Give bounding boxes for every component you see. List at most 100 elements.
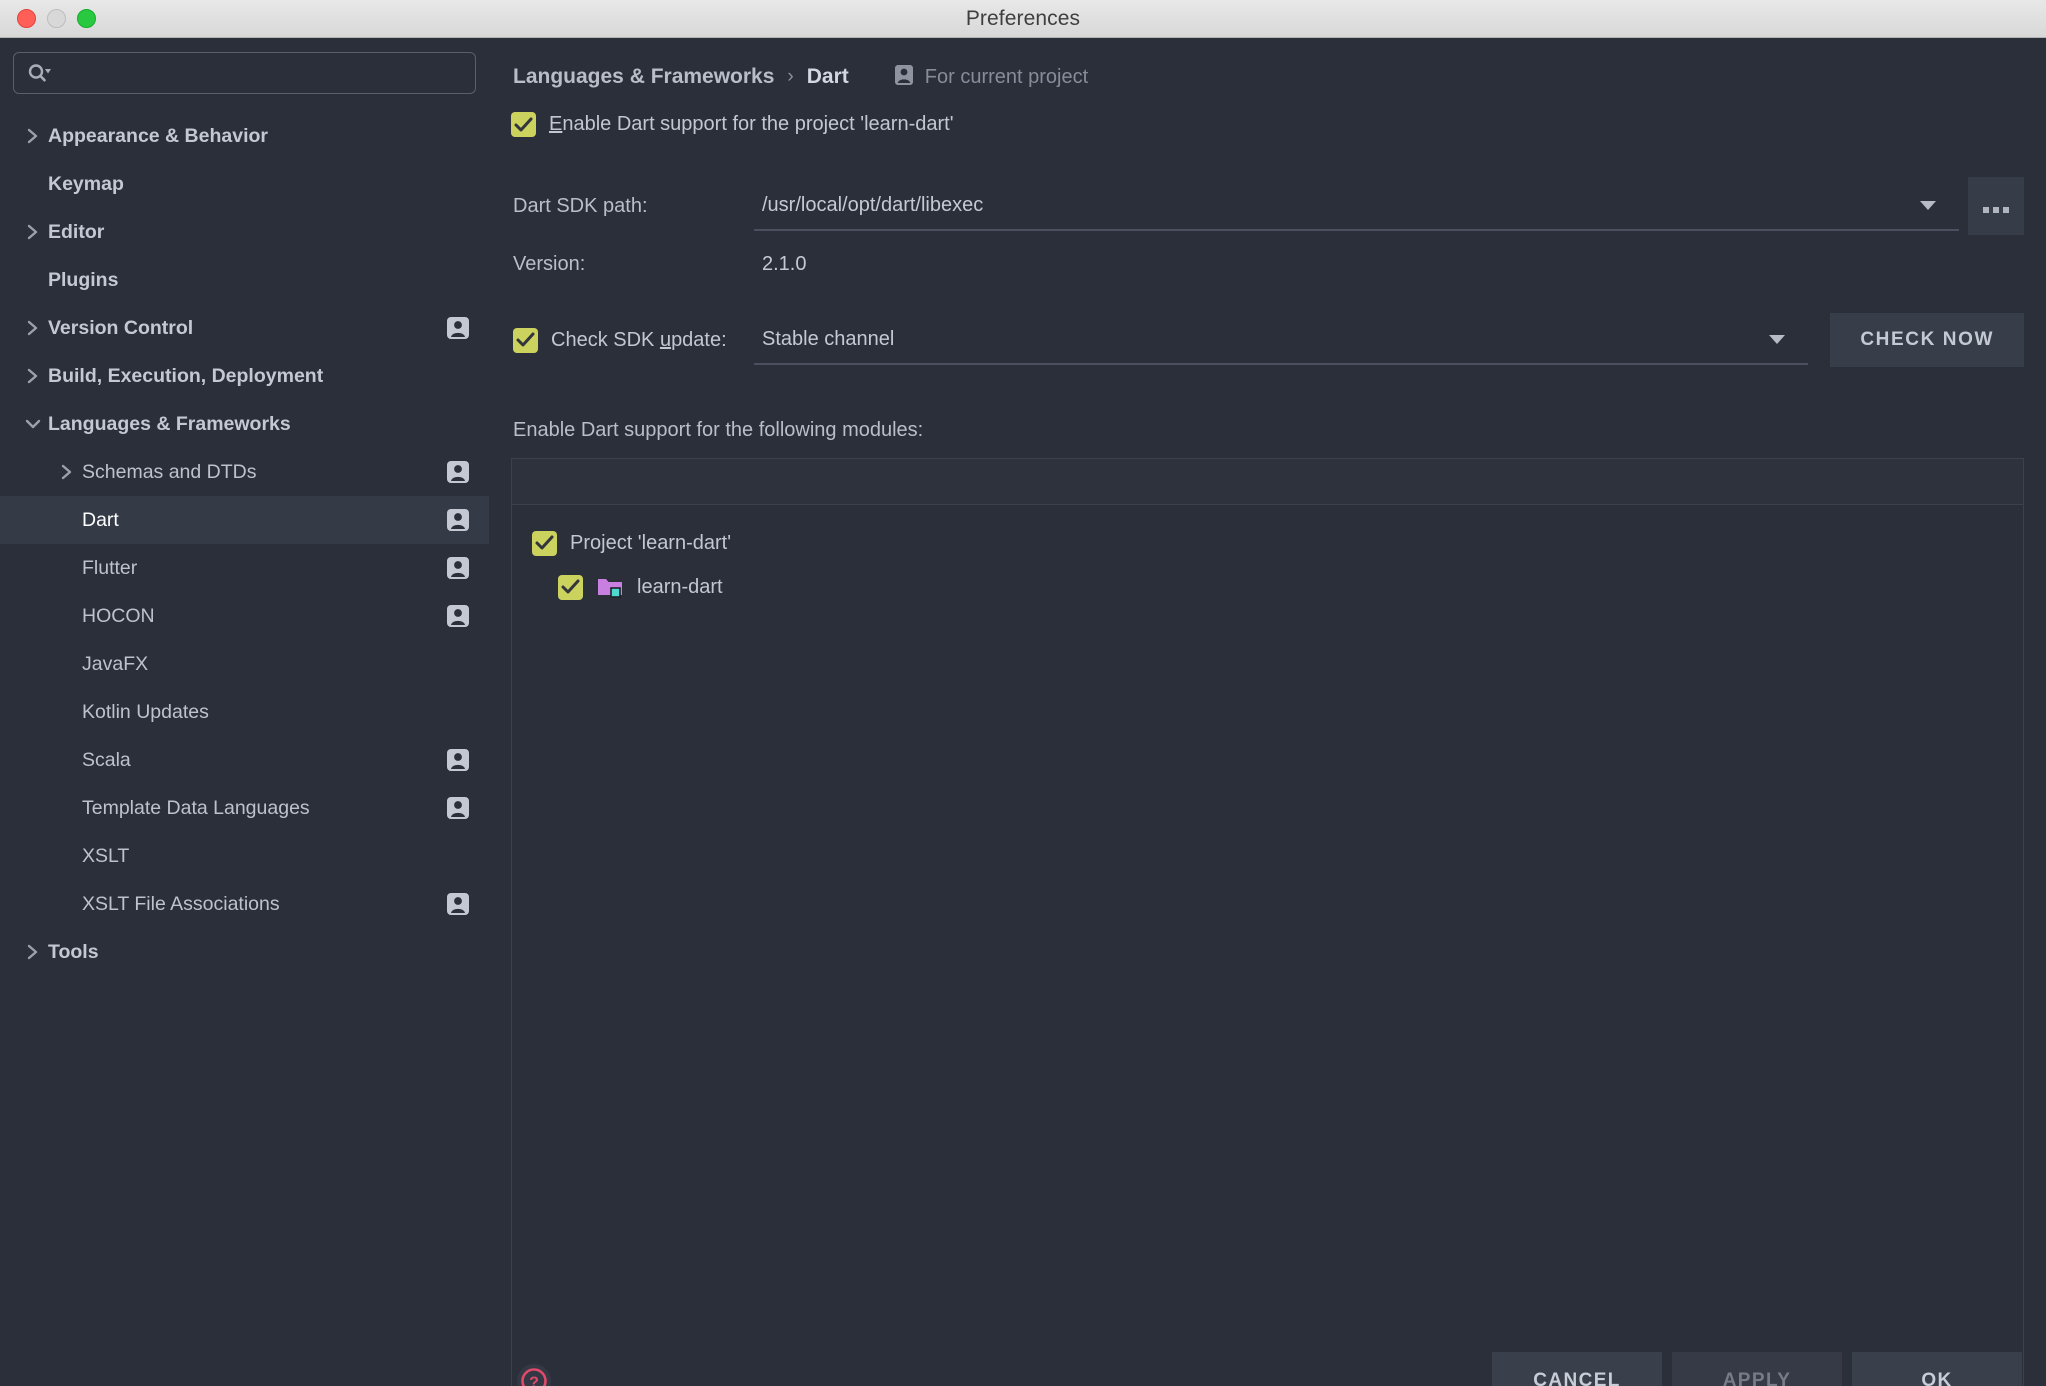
sidebar-item-label: HOCON [82, 604, 155, 627]
dialog-footer: ? CANCEL APPLY OK [489, 1338, 2046, 1386]
for-current-project: For current project [893, 64, 1088, 91]
chevron-right-icon[interactable] [18, 222, 48, 242]
sidebar-item-flutter[interactable]: Flutter [0, 544, 489, 592]
modules-panel: Project 'learn-dart' learn-dart [511, 458, 2024, 1386]
sidebar-item-label: XSLT [82, 844, 130, 867]
project-scope-icon [445, 555, 471, 581]
chevron-right-icon[interactable] [18, 318, 48, 338]
version-value: 2.1.0 [762, 252, 807, 275]
sdk-path-value: /usr/local/opt/dart/libexec [762, 193, 984, 216]
cancel-button[interactable]: CANCEL [1492, 1352, 1662, 1386]
sidebar-item-keymap[interactable]: Keymap [0, 160, 489, 208]
svg-text:?: ? [529, 1375, 539, 1386]
module-row[interactable]: Project 'learn-dart' [512, 521, 2023, 565]
sidebar-item-xslt-file-associations[interactable]: XSLT File Associations [0, 880, 489, 928]
project-scope-icon [445, 603, 471, 629]
sidebar-item-label: Scala [82, 748, 131, 771]
for-current-project-label: For current project [924, 65, 1089, 88]
sidebar-item-languages-frameworks[interactable]: Languages & Frameworks [0, 400, 489, 448]
sidebar-item-appearance-behavior[interactable]: Appearance & Behavior [0, 112, 489, 160]
breadcrumb-separator: › [787, 66, 794, 87]
chevron-right-icon[interactable] [18, 126, 48, 146]
sidebar-item-label: Version Control [48, 316, 194, 339]
footer-button-group: CANCEL APPLY OK [1492, 1352, 2022, 1386]
sidebar-item-xslt[interactable]: XSLT [0, 832, 489, 880]
sidebar-item-label: Build, Execution, Deployment [48, 364, 324, 387]
chevron-down-icon[interactable] [18, 416, 48, 432]
search-container [0, 52, 489, 94]
settings-main-panel: Languages & Frameworks › Dart For curren… [489, 38, 2046, 1386]
sdk-path-browse-button[interactable] [1968, 177, 2024, 235]
sidebar-item-scala[interactable]: Scala [0, 736, 489, 784]
ok-button[interactable]: OK [1852, 1352, 2022, 1386]
sdk-path-label: Dart SDK path: [513, 194, 648, 217]
project-scope-icon [445, 795, 471, 821]
module-checkbox[interactable] [558, 574, 583, 600]
check-sdk-update-row: Check SDK update: Stable channel CHECK N… [511, 313, 2024, 367]
module-checkbox[interactable] [532, 530, 557, 556]
project-scope-icon [445, 507, 471, 533]
modules-table-header [512, 459, 2023, 505]
sidebar-item-label: Keymap [48, 172, 124, 195]
modules-list: Project 'learn-dart' learn-dart [512, 505, 2023, 1386]
module-row[interactable]: learn-dart [512, 565, 2023, 609]
sidebar-item-label: Appearance & Behavior [48, 124, 268, 147]
sidebar-item-tools[interactable]: Tools [0, 928, 489, 976]
chevron-down-icon[interactable] [1917, 198, 1939, 212]
chevron-right-icon[interactable] [52, 462, 82, 482]
search-box[interactable] [13, 52, 476, 94]
sidebar-item-label: Languages & Frameworks [48, 412, 291, 435]
check-now-button[interactable]: CHECK NOW [1830, 313, 2024, 367]
sidebar-item-schemas-and-dtds[interactable]: Schemas and DTDs [0, 448, 489, 496]
sidebar-item-label: XSLT File Associations [82, 892, 280, 915]
help-button[interactable]: ? [513, 1360, 555, 1386]
sidebar-item-javafx[interactable]: JavaFX [0, 640, 489, 688]
sidebar-item-label: Template Data Languages [82, 796, 310, 819]
sidebar-item-version-control[interactable]: Version Control [0, 304, 489, 352]
browse-dots-icon [1981, 200, 2011, 213]
sdk-form: Dart SDK path: /usr/local/opt/dart/libex… [511, 177, 2024, 367]
check-sdk-update-control[interactable]: Check SDK update: [511, 327, 754, 353]
dialog-body: Appearance & Behavior Keymap Editor Plugins… [0, 38, 2046, 1386]
check-sdk-update-checkbox[interactable] [513, 327, 538, 353]
sidebar-item-label: Kotlin Updates [82, 700, 209, 723]
sidebar-item-dart[interactable]: Dart [0, 496, 489, 544]
settings-tree: Appearance & Behavior Keymap Editor Plugins… [0, 112, 489, 976]
enable-dart-mnemonic: E [549, 113, 563, 135]
project-scope-icon [445, 891, 471, 917]
sidebar-item-label: Flutter [82, 556, 138, 579]
sidebar-item-label: Editor [48, 220, 105, 243]
sidebar-item-kotlin-updates[interactable]: Kotlin Updates [0, 688, 489, 736]
module-label: Project 'learn-dart' [570, 531, 732, 554]
sidebar-item-label: Plugins [48, 268, 119, 291]
person-icon [893, 64, 915, 91]
project-scope-icon [445, 459, 471, 485]
sdk-path-combobox[interactable]: /usr/local/opt/dart/libexec [754, 181, 1959, 231]
enable-dart-text: nable Dart support for the project 'lear… [562, 113, 954, 135]
window-title: Preferences [965, 6, 1081, 30]
sdk-update-channel-combobox[interactable]: Stable channel [754, 315, 1809, 365]
chevron-down-icon[interactable] [1766, 332, 1788, 346]
breadcrumb-current: Dart [806, 65, 849, 88]
search-input[interactable] [52, 63, 475, 83]
chevron-right-icon[interactable] [18, 366, 48, 386]
check-sdk-update-text-before: Check SDK [551, 328, 660, 351]
sidebar-item-hocon[interactable]: HOCON [0, 592, 489, 640]
breadcrumb-parent[interactable]: Languages & Frameworks [513, 65, 774, 89]
apply-button: APPLY [1672, 1352, 1842, 1386]
breadcrumb: Languages & Frameworks › Dart For curren… [511, 54, 2024, 100]
sidebar-item-build-execution-deployment[interactable]: Build, Execution, Deployment [0, 352, 489, 400]
sidebar-item-label: Schemas and DTDs [82, 460, 257, 483]
module-label: learn-dart [637, 575, 723, 598]
sidebar-item-template-data-languages[interactable]: Template Data Languages [0, 784, 489, 832]
check-sdk-update-text-after: pdate: [671, 328, 727, 351]
enable-dart-support-checkbox[interactable] [511, 112, 536, 137]
chevron-right-icon[interactable] [18, 942, 48, 962]
sidebar-item-plugins[interactable]: Plugins [0, 256, 489, 304]
sidebar-item-label: Dart [82, 508, 119, 531]
sdk-update-channel-value: Stable channel [762, 327, 895, 350]
enable-dart-support-row[interactable]: Enable Dart support for the project 'lea… [511, 112, 2024, 137]
sdk-path-row: Dart SDK path: /usr/local/opt/dart/libex… [511, 177, 2024, 235]
sidebar-item-editor[interactable]: Editor [0, 208, 489, 256]
version-row: Version: 2.1.0 [511, 235, 2024, 293]
